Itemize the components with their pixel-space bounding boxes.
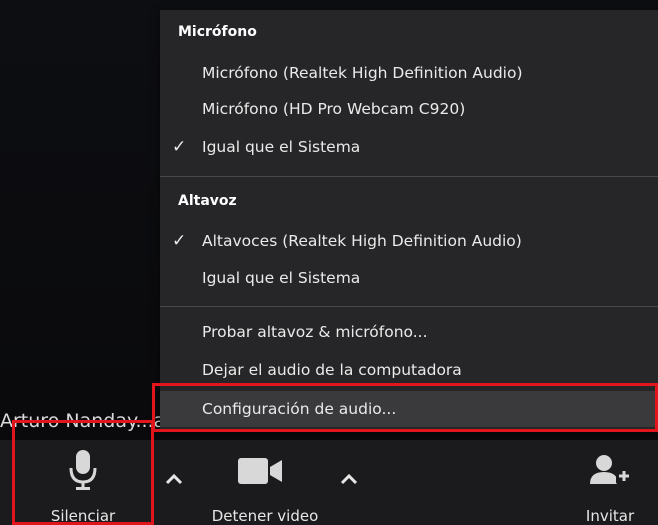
mic-option-label: Micrófono (HD Pro Webcam C920) — [202, 100, 466, 118]
mic-option-label: Micrófono (Realtek High Definition Audio… — [202, 64, 523, 82]
test-speaker-mic-item[interactable]: Probar altavoz & micrófono... — [160, 314, 658, 350]
checkmark-icon: ✓ — [172, 231, 187, 251]
caret-up-icon[interactable] — [338, 468, 360, 490]
speaker-option-label: Altavoces (Realtek High Definition Audio… — [202, 232, 522, 250]
speaker-option-label: Igual que el Sistema — [202, 269, 361, 287]
menu-divider — [160, 306, 658, 307]
mic-option-system[interactable]: ✓ Igual que el Sistema — [160, 129, 658, 165]
speaker-header: Altavoz — [178, 193, 237, 209]
mute-button-highlight — [12, 420, 154, 525]
speaker-option-system[interactable]: Igual que el Sistema — [160, 260, 658, 296]
add-user-icon — [590, 454, 632, 490]
mic-option-webcam[interactable]: Micrófono (HD Pro Webcam C920) — [160, 91, 658, 127]
stop-video-button[interactable]: Detener video — [190, 440, 340, 525]
invite-label: Invitar — [585, 507, 635, 525]
microphone-header: Micrófono — [178, 24, 257, 40]
invite-button[interactable]: Invitar — [570, 440, 650, 525]
audio-settings-highlight — [152, 383, 658, 432]
menu-divider — [160, 176, 658, 177]
speaker-option-realtek[interactable]: ✓ Altavoces (Realtek High Definition Aud… — [160, 223, 658, 259]
audio-options-menu: Micrófono Micrófono (Realtek High Defini… — [160, 10, 658, 430]
video-label: Detener video — [211, 507, 319, 525]
video-camera-icon — [238, 458, 284, 490]
menu-item-label: Probar altavoz & micrófono... — [202, 323, 428, 341]
checkmark-icon: ✓ — [172, 137, 187, 157]
mic-option-realtek[interactable]: Micrófono (Realtek High Definition Audio… — [160, 55, 658, 91]
mic-option-label: Igual que el Sistema — [202, 138, 361, 156]
caret-up-icon[interactable] — [163, 468, 185, 490]
